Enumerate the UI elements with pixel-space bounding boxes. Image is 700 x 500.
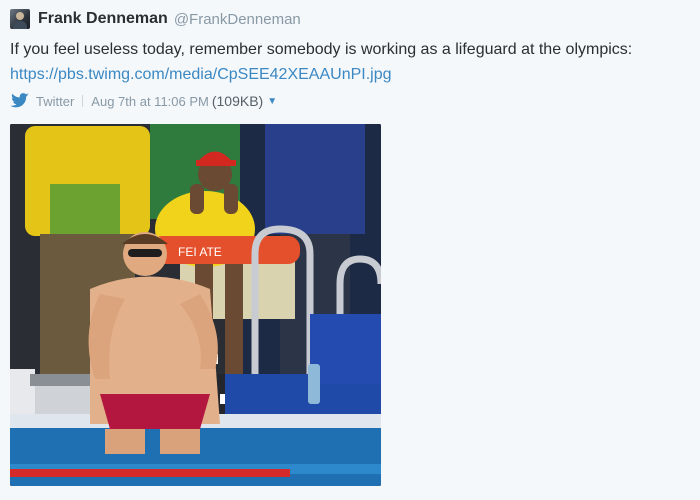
source-label[interactable]: Twitter bbox=[36, 94, 74, 109]
media-size: (109KB) bbox=[211, 93, 264, 109]
tweet-photo[interactable]: FEI ATE bbox=[10, 124, 381, 486]
tweet-card: Frank Denneman @FrankDenneman If you fee… bbox=[0, 0, 700, 500]
twitter-bird-icon bbox=[10, 93, 29, 108]
tweet-text: If you feel useless today, remember some… bbox=[10, 41, 633, 58]
author-name[interactable]: Frank Denneman bbox=[38, 10, 168, 28]
buoy-text: FEI ATE bbox=[178, 245, 222, 259]
caret-down-icon[interactable]: ▼ bbox=[267, 96, 277, 107]
author-handle[interactable]: @FrankDenneman bbox=[174, 11, 301, 28]
tweet-meta: Twitter Aug 7th at 11:06 PM (109KB) ▼ bbox=[10, 91, 277, 111]
photo-illustration: FEI ATE bbox=[10, 124, 381, 486]
timestamp[interactable]: Aug 7th at 11:06 PM bbox=[91, 94, 209, 109]
tweet-header: Frank Denneman @FrankDenneman bbox=[10, 8, 301, 30]
media-link[interactable]: https://pbs.twimg.com/media/CpSEE42XEAAU… bbox=[10, 62, 392, 87]
meta-divider bbox=[82, 95, 84, 107]
avatar[interactable] bbox=[10, 9, 30, 29]
